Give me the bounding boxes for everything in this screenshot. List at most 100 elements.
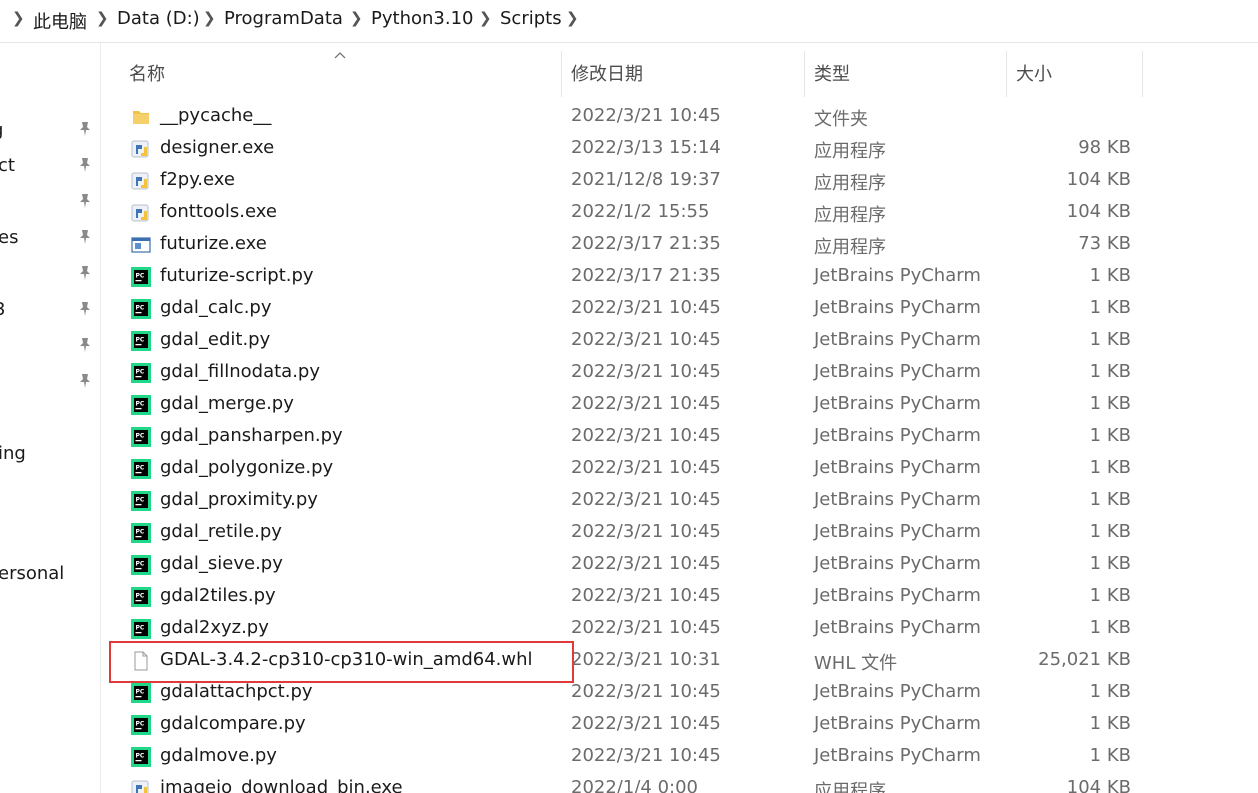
- file-name[interactable]: f2py.exe: [160, 169, 235, 190]
- svg-text:PC: PC: [136, 625, 145, 632]
- column-divider[interactable]: [1142, 51, 1143, 97]
- file-row[interactable]: PC gdal_retile.py 2022/3/21 10:45 JetBrains…: [101, 516, 1258, 548]
- file-name[interactable]: gdal2tiles.py: [160, 585, 276, 606]
- breadcrumb-this-pc[interactable]: 此电脑: [33, 8, 87, 34]
- file-name[interactable]: gdal_edit.py: [160, 329, 270, 350]
- breadcrumb-python[interactable]: Python3.10: [371, 8, 473, 29]
- file-name[interactable]: __pycache__: [160, 105, 271, 126]
- file-name[interactable]: gdal_polygonize.py: [160, 457, 333, 478]
- nav-item[interactable]: g: [0, 120, 3, 141]
- column-divider[interactable]: [1006, 51, 1007, 97]
- app-window-icon: [131, 237, 151, 253]
- file-name[interactable]: designer.exe: [160, 137, 274, 158]
- pin-icon[interactable]: [78, 121, 92, 137]
- chevron-right-icon[interactable]: ❯: [350, 9, 363, 27]
- file-name[interactable]: gdalmove.py: [160, 745, 277, 766]
- file-name[interactable]: gdal_pansharpen.py: [160, 425, 343, 446]
- pycharm-icon: PC: [131, 747, 151, 767]
- svg-text:PC: PC: [136, 561, 145, 568]
- pin-icon[interactable]: [78, 373, 92, 389]
- file-name[interactable]: GDAL-3.4.2-cp310-cp310-win_amd64.whl: [160, 649, 533, 670]
- nav-item[interactable]: ct: [0, 155, 15, 176]
- svg-text:PC: PC: [136, 305, 145, 312]
- file-row[interactable]: PC gdal2tiles.py 2022/3/21 10:45 JetBrains …: [101, 580, 1258, 612]
- file-name[interactable]: gdal_fillnodata.py: [160, 361, 320, 382]
- file-name[interactable]: futurize-script.py: [160, 265, 314, 286]
- file-type: 应用程序: [814, 141, 886, 162]
- file-name[interactable]: gdal_calc.py: [160, 297, 272, 318]
- column-headers: 名称 修改日期 类型 大小: [101, 43, 1258, 97]
- column-divider[interactable]: [561, 51, 562, 97]
- file-row[interactable]: PC gdal_polygonize.py 2022/3/21 10:45 JetBr…: [101, 452, 1258, 484]
- file-row[interactable]: PC gdalattachpct.py 2022/3/21 10:45 JetBrai…: [101, 676, 1258, 708]
- file-row[interactable]: PC futurize-script.py 2022/3/17 21:35 JetBr…: [101, 260, 1258, 292]
- pin-icon[interactable]: [78, 229, 92, 245]
- file-row[interactable]: fonttools.exe 2022/1/2 15:55 应用程序 104 KB: [101, 196, 1258, 228]
- file-modified-date: 2022/3/21 10:45: [571, 297, 721, 318]
- file-name[interactable]: futurize.exe: [160, 233, 267, 254]
- file-row[interactable]: futurize.exe 2022/3/17 21:35 应用程序 73 KB: [101, 228, 1258, 260]
- file-name[interactable]: gdal_proximity.py: [160, 489, 318, 510]
- chevron-right-icon[interactable]: ❯: [479, 9, 492, 27]
- breadcrumb-programdata[interactable]: ProgramData: [224, 8, 343, 29]
- column-header-date[interactable]: 修改日期: [571, 60, 643, 86]
- file-row[interactable]: PC gdal_merge.py 2022/3/21 10:45 JetBrains …: [101, 388, 1258, 420]
- nav-item[interactable]: ing: [0, 443, 26, 464]
- column-header-name[interactable]: 名称: [129, 60, 165, 86]
- pycharm-icon: PC: [131, 715, 151, 735]
- file-name[interactable]: imageio_download_bin.exe: [160, 777, 403, 793]
- file-name[interactable]: gdal_retile.py: [160, 521, 282, 542]
- file-row[interactable]: PC gdalmove.py 2022/3/21 10:45 JetBrains Py…: [101, 740, 1258, 772]
- file-row[interactable]: f2py.exe 2021/12/8 19:37 应用程序 104 KB: [101, 164, 1258, 196]
- breadcrumb-drive[interactable]: Data (D:): [117, 8, 200, 29]
- chevron-right-icon[interactable]: ❯: [96, 9, 109, 27]
- file-row[interactable]: GDAL-3.4.2-cp310-cp310-win_amd64.whl 2022…: [101, 644, 1258, 676]
- nav-item[interactable]: es: [0, 227, 18, 248]
- column-header-type[interactable]: 类型: [814, 60, 850, 86]
- file-row[interactable]: PC gdal2xyz.py 2022/3/21 10:45 JetBrains Py…: [101, 612, 1258, 644]
- breadcrumb-scripts[interactable]: Scripts: [500, 8, 562, 29]
- file-name[interactable]: gdal2xyz.py: [160, 617, 269, 638]
- file-row[interactable]: imageio_download_bin.exe 2022/1/4 0:00 应用程…: [101, 772, 1258, 793]
- file-name[interactable]: gdalattachpct.py: [160, 681, 313, 702]
- file-row[interactable]: __pycache__ 2022/3/21 10:45 文件夹: [101, 100, 1258, 132]
- generic-file-icon: [134, 651, 148, 671]
- pin-icon[interactable]: [78, 337, 92, 353]
- file-type: JetBrains PyCharm: [814, 745, 981, 766]
- file-name[interactable]: fonttools.exe: [160, 201, 277, 222]
- file-name[interactable]: gdalcompare.py: [160, 713, 306, 734]
- file-row[interactable]: designer.exe 2022/3/13 15:14 应用程序 98 KB: [101, 132, 1258, 164]
- file-modified-date: 2022/3/21 10:45: [571, 617, 721, 638]
- pin-icon[interactable]: [78, 193, 92, 209]
- python-exe-icon: [131, 140, 149, 158]
- file-row[interactable]: PC gdal_sieve.py 2022/3/21 10:45 JetBrains …: [101, 548, 1258, 580]
- file-size: 1 KB: [1089, 425, 1131, 446]
- file-row[interactable]: PC gdal_calc.py 2022/3/21 10:45 JetBrains P…: [101, 292, 1258, 324]
- file-name[interactable]: gdal_sieve.py: [160, 553, 283, 574]
- file-modified-date: 2022/3/21 10:45: [571, 457, 721, 478]
- file-row[interactable]: PC gdal_edit.py 2022/3/21 10:45 JetBrains P…: [101, 324, 1258, 356]
- pin-icon[interactable]: [78, 265, 92, 281]
- file-row[interactable]: PC gdal_fillnodata.py 2022/3/21 10:45 JetBr…: [101, 356, 1258, 388]
- chevron-right-icon[interactable]: ❯: [566, 9, 579, 27]
- address-bar[interactable]: ❯ 此电脑 ❯ Data (D:) ❯ ProgramData ❯ Python…: [0, 0, 1258, 43]
- file-type: JetBrains PyCharm: [814, 521, 981, 542]
- svg-text:PC: PC: [136, 401, 145, 408]
- file-name[interactable]: gdal_merge.py: [160, 393, 294, 414]
- file-size: 1 KB: [1089, 393, 1131, 414]
- file-row[interactable]: PC gdal_proximity.py 2022/3/21 10:45 JetBra…: [101, 484, 1258, 516]
- chevron-right-icon[interactable]: ❯: [203, 9, 216, 27]
- column-header-size[interactable]: 大小: [1016, 60, 1052, 86]
- svg-text:PC: PC: [136, 529, 145, 536]
- nav-item[interactable]: ersonal: [0, 563, 64, 584]
- file-size: 25,021 KB: [1038, 649, 1131, 670]
- column-divider[interactable]: [804, 51, 805, 97]
- pin-icon[interactable]: [78, 157, 92, 173]
- file-row[interactable]: PC gdalcompare.py 2022/3/21 10:45 JetBrains…: [101, 708, 1258, 740]
- file-type: JetBrains PyCharm: [814, 425, 981, 446]
- file-modified-date: 2022/3/21 10:45: [571, 361, 721, 382]
- pin-icon[interactable]: [78, 301, 92, 317]
- file-modified-date: 2022/3/21 10:45: [571, 489, 721, 510]
- nav-item[interactable]: 3: [0, 299, 5, 320]
- file-row[interactable]: PC gdal_pansharpen.py 2022/3/21 10:45 JetBr…: [101, 420, 1258, 452]
